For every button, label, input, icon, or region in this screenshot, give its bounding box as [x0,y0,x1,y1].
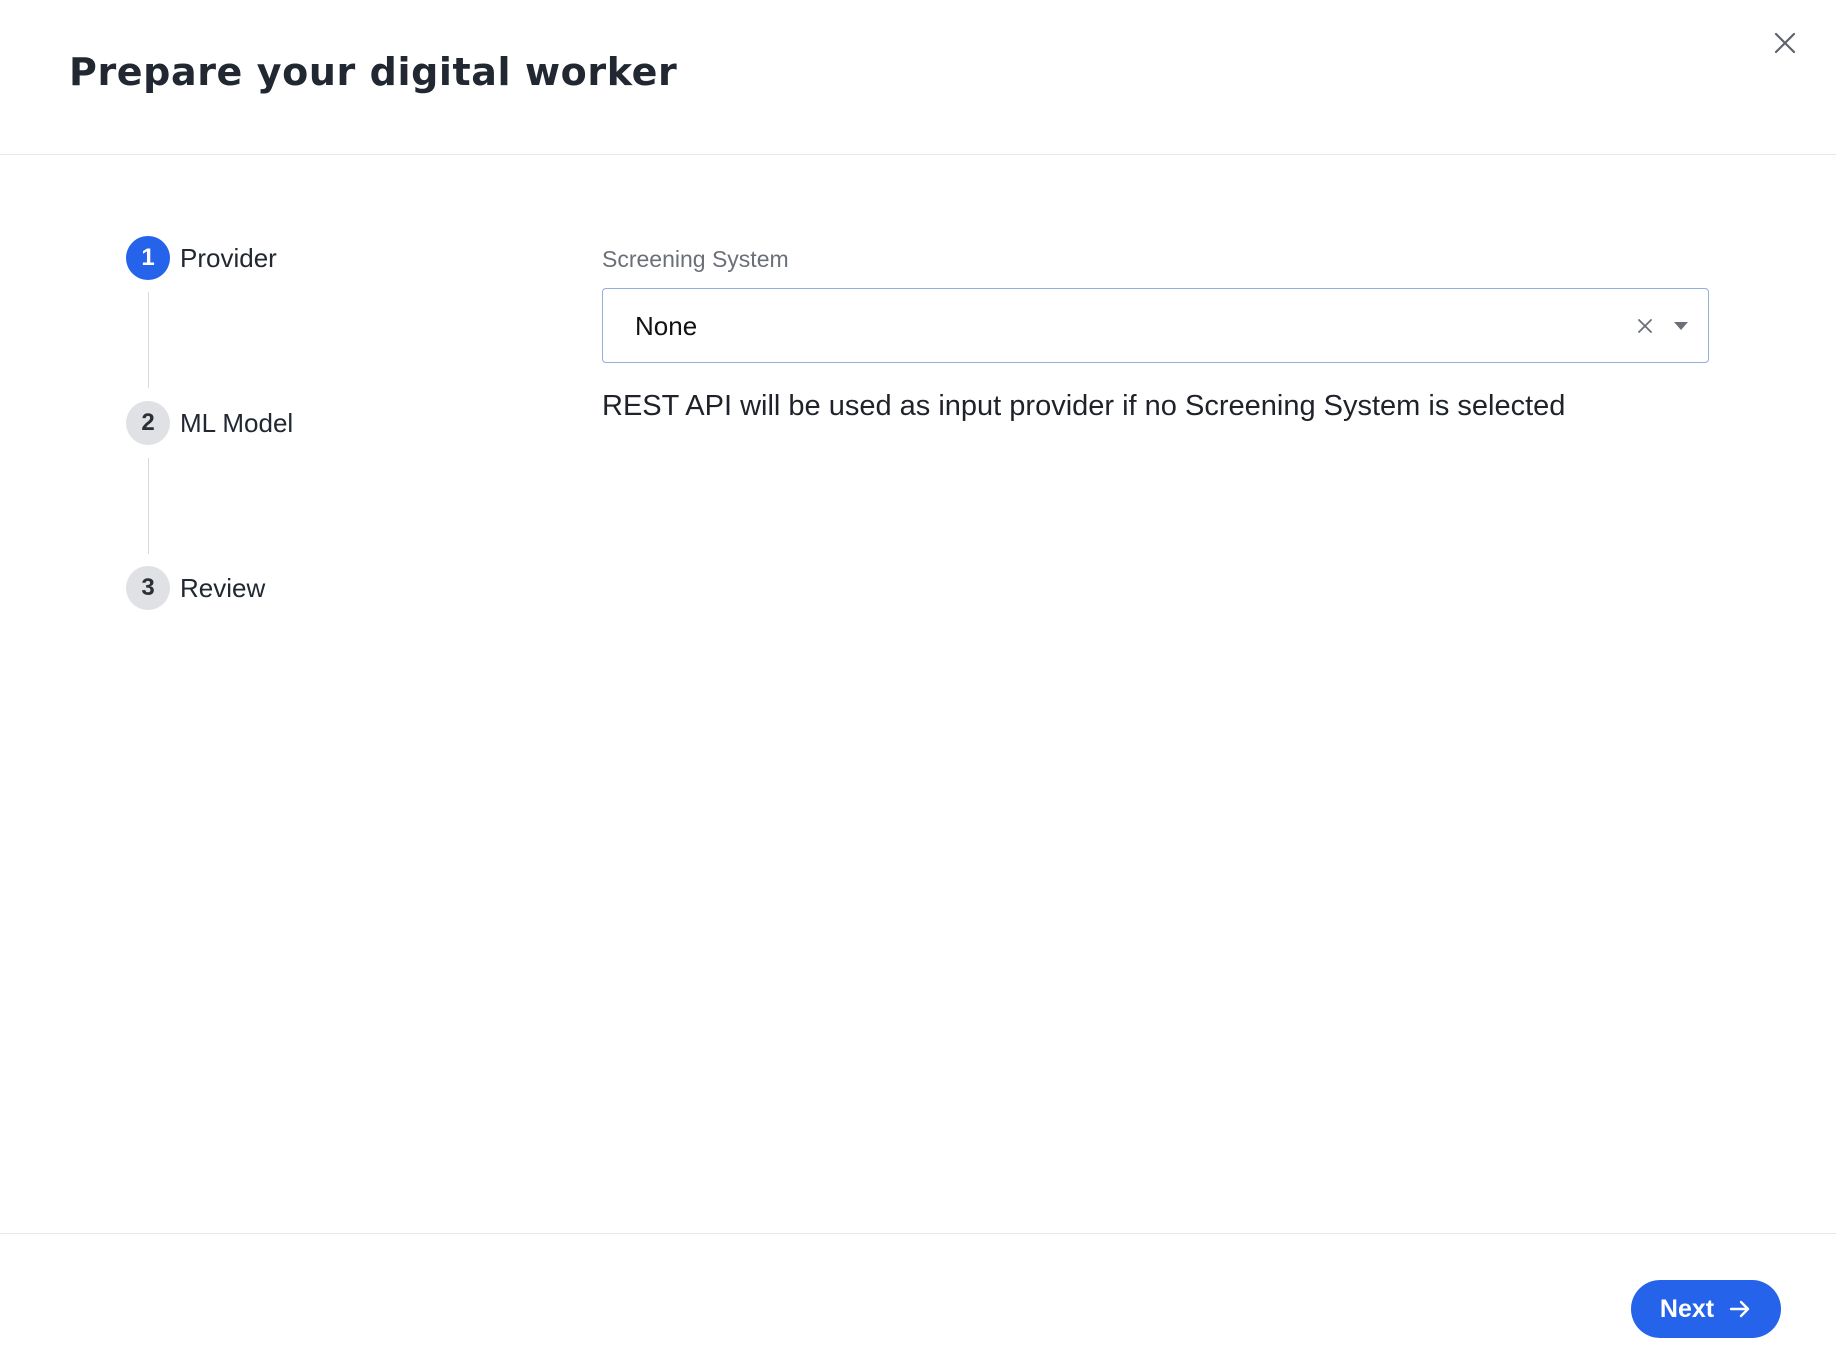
step-number: 2 [126,401,170,445]
step-review[interactable]: 3 Review [126,566,265,610]
select-value: None [635,311,698,341]
close-icon [1774,32,1796,54]
dialog-header: Prepare your digital worker [0,0,1836,155]
caret-down-icon [1674,322,1688,330]
step-connector [148,292,149,388]
arrow-right-icon [1728,1297,1752,1321]
step-provider[interactable]: 1 Provider [126,236,277,280]
step-number: 3 [126,566,170,610]
step-ml-model[interactable]: 2 ML Model [126,401,293,445]
dialog-footer: Next [0,1233,1836,1368]
screening-system-select[interactable]: None [602,288,1709,363]
clear-selection-button[interactable] [1633,314,1657,338]
step-label: ML Model [180,407,294,438]
dropdown-toggle[interactable] [1669,314,1693,338]
next-button[interactable]: Next [1631,1280,1781,1338]
next-button-label: Next [1659,1294,1715,1323]
close-button[interactable] [1766,24,1804,62]
step-connector [148,458,149,554]
dialog-title: Prepare your digital worker [69,50,678,94]
step-label: Review [180,572,266,603]
step-number: 1 [126,236,170,280]
clear-icon [1638,319,1652,333]
step-label: Provider [180,242,277,273]
screening-system-label: Screening System [602,246,789,272]
helper-text: REST API will be used as input provider … [602,390,1566,422]
